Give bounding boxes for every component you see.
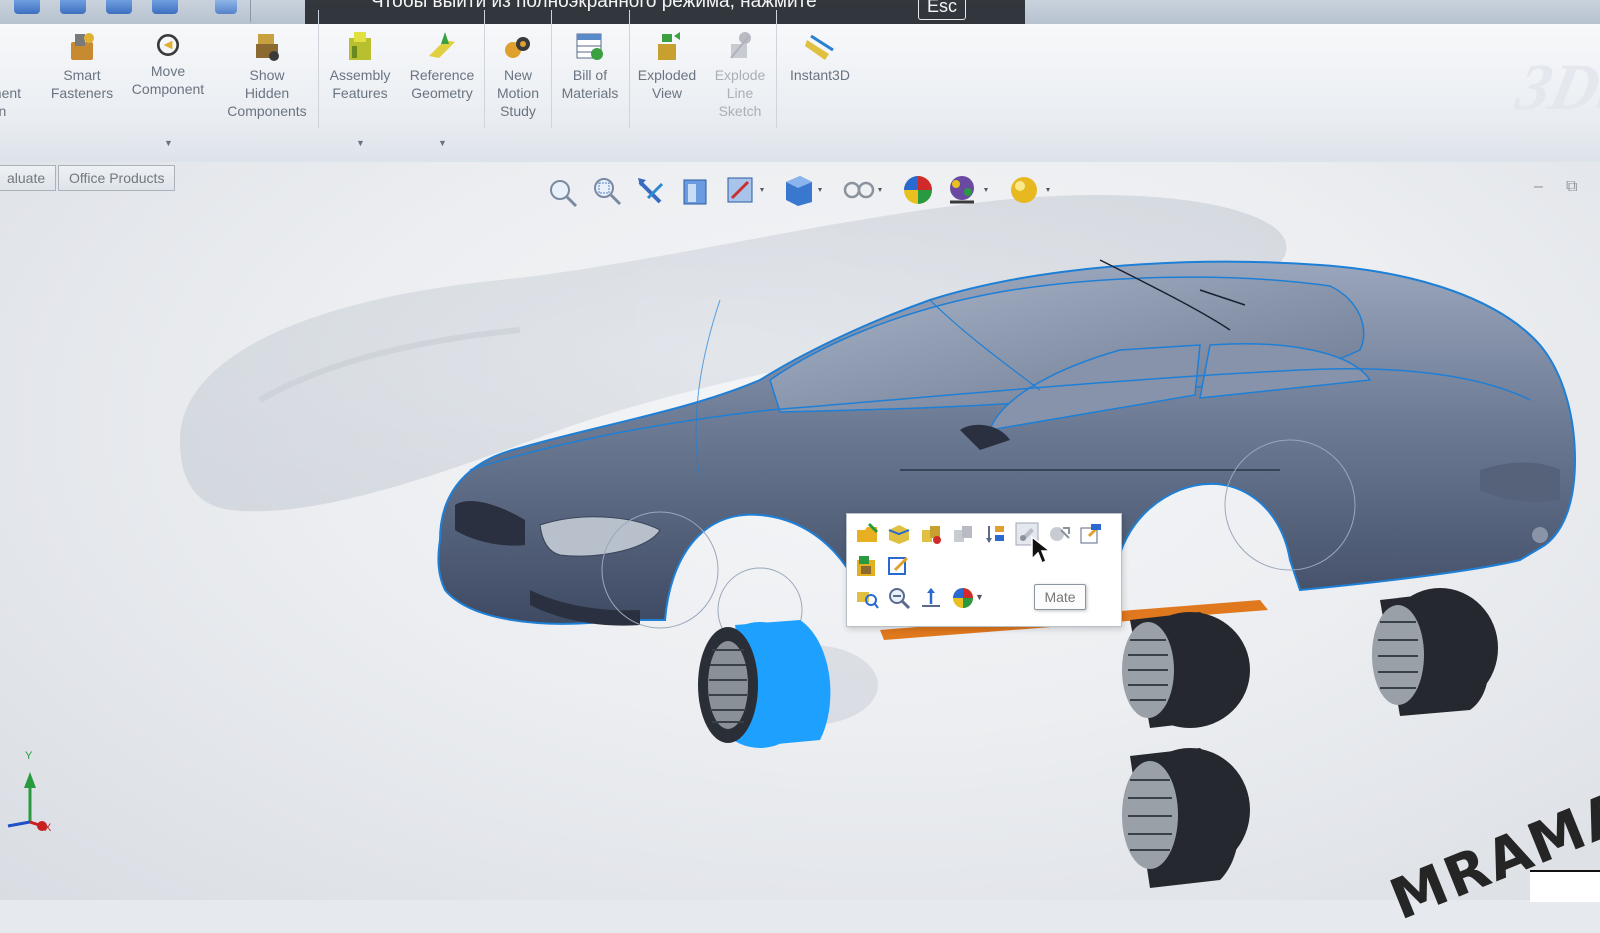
corner-logo: [1530, 870, 1600, 902]
select-other-icon[interactable]: [855, 586, 879, 610]
assembly-features-icon: [349, 32, 371, 60]
tab-office-products[interactable]: Office Products: [58, 165, 176, 191]
bill-of-materials-icon: [576, 33, 603, 60]
dropdown-arrow-icon[interactable]: ▼: [164, 134, 173, 152]
edit-assembly-icon[interactable]: [1079, 522, 1103, 546]
ds-logo: 3DS: [1510, 51, 1600, 124]
button-label: Bill of Materials: [561, 67, 619, 101]
button-label: ar onent ern: [0, 85, 22, 119]
save-icon[interactable]: [106, 0, 132, 14]
linear-pattern-button[interactable]: ar onent ern: [0, 30, 36, 120]
coordinate-triad: [7, 772, 47, 831]
component-properties-icon[interactable]: [887, 522, 911, 546]
button-label: Exploded View: [637, 67, 697, 101]
explode-line-sketch-icon: [730, 32, 751, 59]
exploded-view-icon: [658, 32, 680, 60]
dropdown-arrow-icon[interactable]: ▼: [438, 134, 447, 152]
graphics-area[interactable]: Y X: [0, 162, 1600, 900]
motion-study-icon: [505, 37, 530, 58]
options-icon[interactable]: [215, 0, 237, 14]
zoom-to-selection-icon[interactable]: [887, 586, 911, 610]
instant3d-icon: [805, 34, 834, 60]
edit-appearance-icon[interactable]: [900, 172, 936, 208]
appearance-dropdown-icon[interactable]: ▼: [975, 592, 984, 602]
print-icon[interactable]: [152, 0, 178, 14]
restore-viewport-icon[interactable]: ⧉: [1566, 178, 1577, 196]
mouse-cursor-icon: [1031, 535, 1052, 565]
hide-show-icon[interactable]: [840, 172, 886, 208]
sort-icon[interactable]: [983, 522, 1007, 546]
show-hidden-components-button[interactable]: Show Hidden Components: [222, 30, 312, 120]
move-component-button[interactable]: Move Component ▼: [126, 30, 210, 148]
esc-key-badge: Esc: [918, 0, 966, 20]
button-label: Instant3D: [790, 67, 850, 83]
instant3d-button[interactable]: Instant3D: [780, 30, 860, 84]
show-hidden-components-icon: [256, 34, 279, 61]
ribbon-divider: [318, 10, 319, 128]
smart-fasteners-icon: [71, 33, 94, 60]
exploded-view-button[interactable]: Exploded View: [632, 30, 702, 102]
toolbar-divider: [250, 0, 251, 22]
view-settings-icon[interactable]: [1006, 172, 1054, 208]
isolate-icon[interactable]: [919, 522, 943, 546]
button-label: Show Hidden Components: [227, 67, 307, 119]
triad-x-label: X: [44, 822, 52, 834]
smart-fasteners-button[interactable]: Smart Fasteners: [45, 30, 119, 102]
new-document-icon[interactable]: [14, 0, 40, 14]
new-motion-study-button[interactable]: New Motion Study: [490, 30, 546, 120]
button-label: Smart Fasteners: [50, 67, 114, 101]
ribbon-divider: [776, 10, 777, 128]
previous-view-icon[interactable]: [634, 174, 670, 210]
dropdown-arrow-icon[interactable]: ▼: [356, 134, 365, 152]
minimize-viewport-icon[interactable]: –: [1534, 178, 1543, 196]
wheel-rear-left[interactable]: [1122, 612, 1250, 728]
button-label: Reference Geometry: [409, 67, 475, 101]
mate-tooltip: Mate: [1034, 584, 1086, 610]
normal-to-icon[interactable]: [919, 586, 943, 610]
button-label: Move Component: [131, 63, 205, 97]
edit-subassembly-icon[interactable]: [855, 554, 879, 578]
button-label: Explode Line Sketch: [714, 67, 766, 119]
car-assembly-model[interactable]: [0, 162, 1600, 900]
triad-y-label: Y: [25, 750, 33, 762]
view-orientation-icon[interactable]: [722, 172, 768, 208]
tab-evaluate[interactable]: aluate: [0, 165, 57, 191]
ribbon-divider: [551, 10, 552, 128]
apply-scene-icon[interactable]: [944, 172, 992, 208]
zoom-to-fit-icon[interactable]: [546, 176, 580, 210]
ribbon-divider: [484, 10, 485, 128]
explode-line-sketch-button[interactable]: Explode Line Sketch: [708, 30, 772, 120]
wheel-spare[interactable]: [1122, 748, 1250, 888]
assembly-features-button[interactable]: Assembly Features ▼: [324, 30, 396, 148]
reference-geometry-button[interactable]: Reference Geometry ▼: [402, 30, 482, 148]
display-style-icon[interactable]: [780, 172, 826, 208]
reference-geometry-icon: [429, 32, 455, 58]
selected-wheel[interactable]: [698, 620, 878, 748]
hide-components-icon[interactable]: [951, 522, 975, 546]
fullscreen-message: Чтобы выйти из полноэкранного режима, на…: [371, 0, 817, 12]
wheel-rear-right[interactable]: [1372, 588, 1498, 716]
section-view-icon[interactable]: [680, 174, 712, 208]
zoom-to-area-icon[interactable]: [590, 174, 624, 208]
edit-part-icon[interactable]: [887, 554, 911, 578]
appearance-icon[interactable]: [951, 586, 975, 610]
bill-of-materials-button[interactable]: Bill of Materials: [556, 30, 624, 102]
button-label: Assembly Features: [329, 67, 391, 101]
move-component-icon: [156, 33, 180, 57]
open-part-icon[interactable]: [855, 522, 879, 546]
ribbon-divider: [629, 10, 630, 128]
open-document-icon[interactable]: [60, 0, 86, 14]
button-label: New Motion Study: [496, 67, 540, 119]
